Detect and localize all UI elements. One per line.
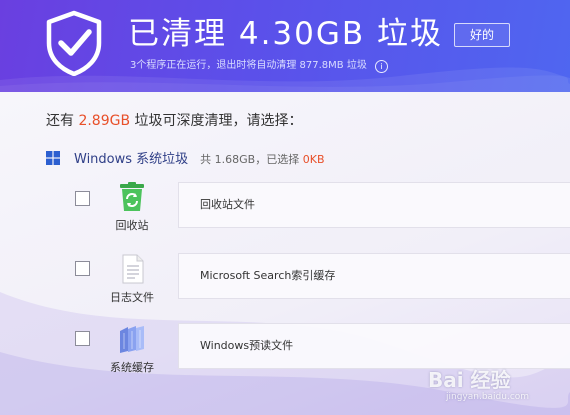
- item-label: 日志文件: [110, 291, 154, 304]
- item-detail-row[interactable]: Windows预读文件: [178, 323, 570, 369]
- system-cache-icon: [120, 326, 144, 353]
- log-files-checkbox[interactable]: [75, 261, 90, 276]
- system-cache-checkbox[interactable]: [75, 331, 90, 346]
- windows-junk-group: Windows 系统垃圾共 1.68GB，已选择 0KB: [46, 148, 325, 167]
- shield-check-icon: [46, 10, 102, 76]
- list-item-log-files: 日志文件 Microsoft Search索引缓存: [0, 250, 570, 320]
- deep-clean-prompt: 还有 2.89GB 垃圾可深度清理，请选择：: [46, 110, 303, 130]
- prompt-prefix: 还有: [46, 113, 79, 129]
- prompt-suffix: 垃圾可深度清理，请选择：: [130, 113, 303, 129]
- group-title: Windows 系统垃圾: [74, 152, 189, 167]
- group-stats: 共 1.68GB，已选择 0KB: [200, 153, 324, 166]
- ok-button[interactable]: 好的: [454, 23, 510, 47]
- item-detail-row[interactable]: 回收站文件: [178, 182, 570, 228]
- log-file-icon: [122, 254, 144, 284]
- deep-clean-amount: 2.89GB: [78, 113, 131, 129]
- cleaned-title: 已清理 4.30GB 垃圾: [128, 16, 444, 52]
- item-label: 系统缓存: [110, 361, 154, 374]
- running-programs-note: 3个程序正在运行，退出时将自动清理 877.8MB 垃圾 i: [130, 56, 388, 73]
- group-selected-size: 0KB: [302, 153, 325, 166]
- running-programs-text: 3个程序正在运行，退出时将自动清理 877.8MB 垃圾: [130, 60, 367, 71]
- baidu-jingyan-watermark: Bai 经验: [428, 368, 511, 392]
- info-icon[interactable]: i: [374, 60, 388, 73]
- watermark-url: jingyan.baidu.com: [446, 392, 530, 402]
- item-label: 回收站: [115, 219, 149, 232]
- windows-logo-icon: [46, 151, 60, 165]
- item-detail-row[interactable]: Microsoft Search索引缓存: [178, 253, 570, 299]
- recycle-bin-checkbox[interactable]: [75, 191, 90, 206]
- recycle-bin-icon: [120, 182, 144, 211]
- result-header: 已清理 4.30GB 垃圾 3个程序正在运行，退出时将自动清理 877.8MB …: [0, 0, 570, 92]
- list-item-recycle-bin: 回收站 回收站文件: [0, 180, 570, 250]
- group-stats-total: 共 1.68GB，已选择: [200, 153, 303, 166]
